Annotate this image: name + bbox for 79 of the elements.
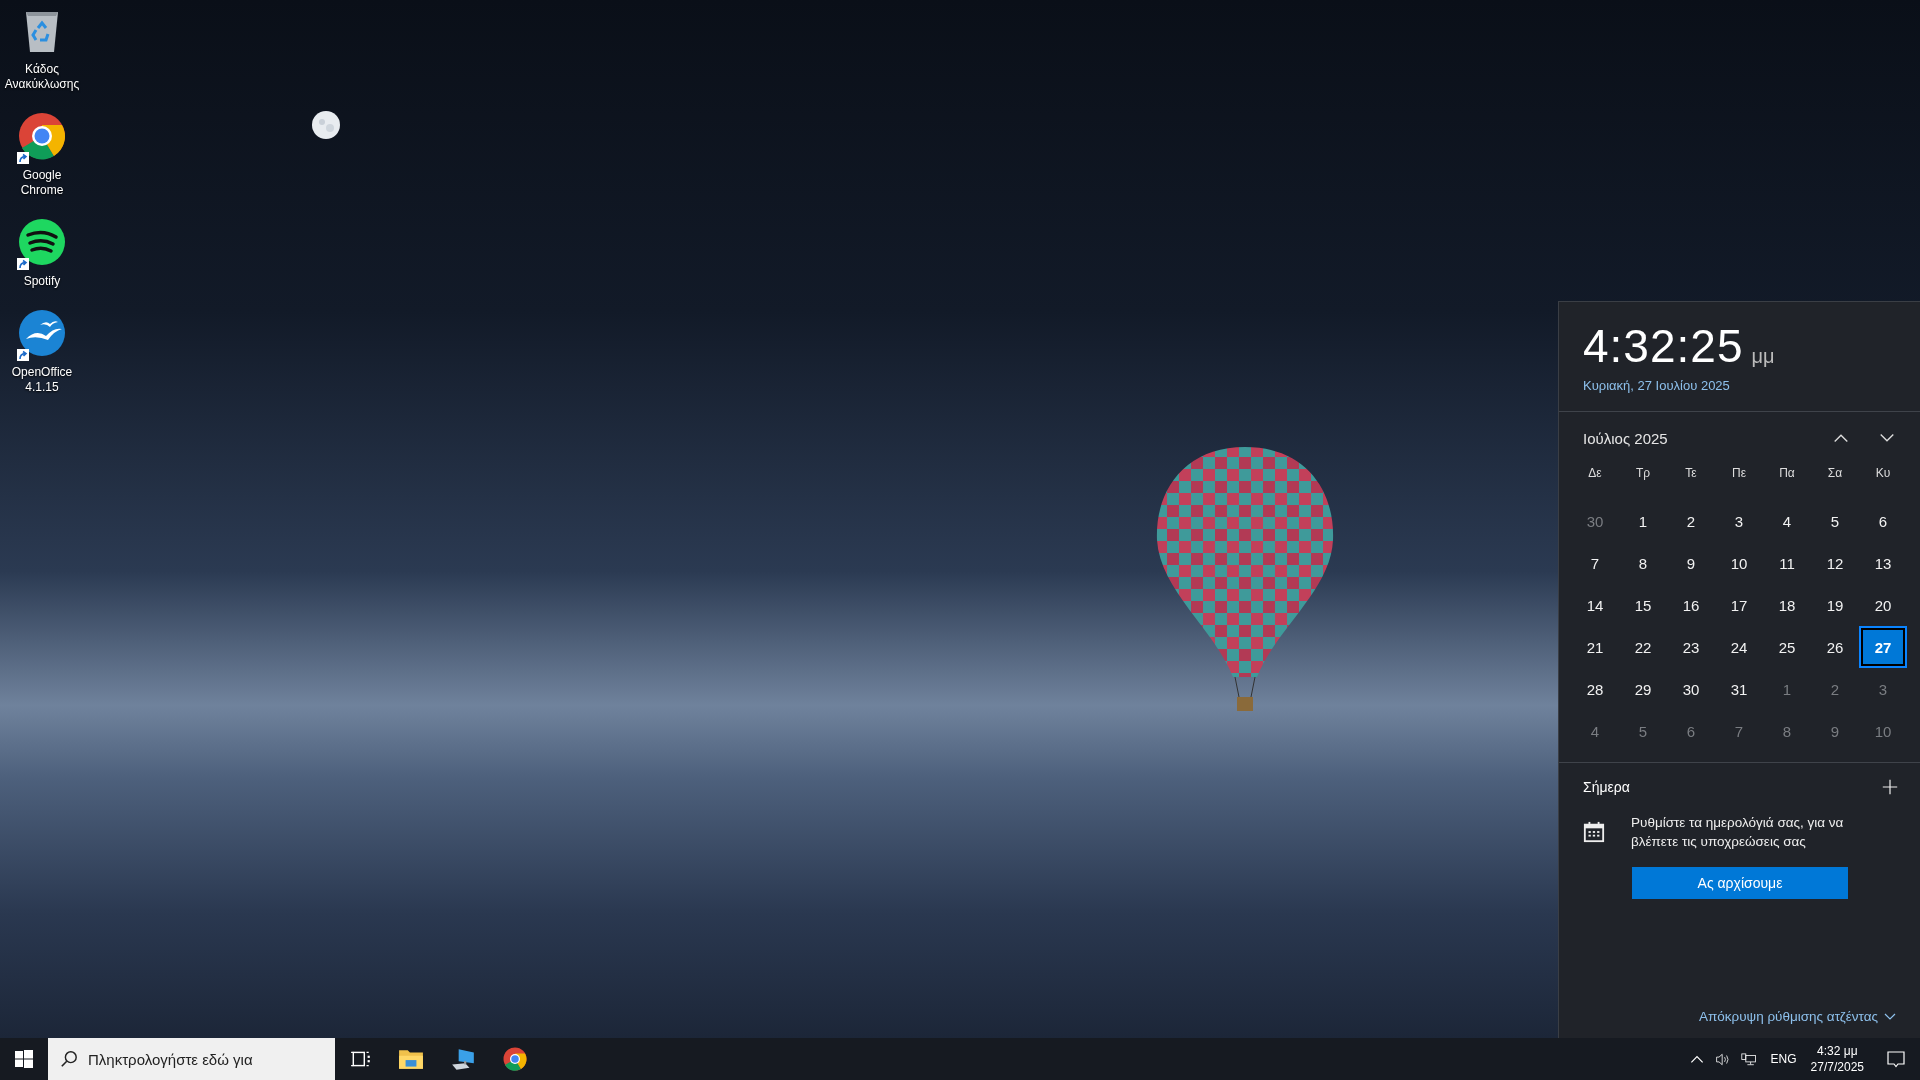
calendar-day[interactable]: 2 [1669,502,1713,540]
calendar-day[interactable]: 30 [1669,670,1713,708]
calendar-day[interactable]: 7 [1717,712,1761,750]
get-started-button[interactable]: Ας αρχίσουμε [1632,867,1848,899]
calendar-day[interactable]: 19 [1813,586,1857,624]
calendar-day[interactable]: 31 [1717,670,1761,708]
calendar-day[interactable]: 30 [1573,502,1617,540]
calendar-day[interactable]: 22 [1621,628,1665,666]
weekday-label: Τρ [1634,465,1652,482]
calendar-day[interactable]: 1 [1765,670,1809,708]
chevron-down-icon[interactable] [1884,1012,1896,1021]
taskbar-clock[interactable]: 4:32 μμ 27/7/2025 [1810,1043,1864,1075]
calendar-day[interactable]: 24 [1717,628,1761,666]
weekday-label: Σα [1826,465,1844,482]
calendar-day[interactable]: 27 [1861,628,1905,666]
calendar-day[interactable]: 3 [1861,670,1905,708]
calendar-day[interactable]: 13 [1861,544,1905,582]
calendar-day[interactable]: 11 [1765,544,1809,582]
weekday-label: Κυ [1874,465,1892,482]
calendar-day[interactable]: 12 [1813,544,1857,582]
hide-agenda-link[interactable]: Απόκρυψη ρύθμισης ατζέντας [1698,1009,1878,1024]
calendar-day[interactable]: 29 [1621,670,1665,708]
calendar-day[interactable]: 10 [1717,544,1761,582]
desktop-icon-label[interactable]: OpenOffice 4.1.15 [0,365,84,395]
desktop-icon-label[interactable]: Google Chrome [0,168,84,198]
calendar-day[interactable]: 17 [1717,586,1761,624]
chrome-icon[interactable] [502,1047,528,1071]
calendar-icon [1583,821,1605,843]
calendar-day[interactable]: 9 [1669,544,1713,582]
calendar-day[interactable]: 9 [1813,712,1857,750]
calendar-day[interactable]: 18 [1765,586,1809,624]
calendar-day[interactable]: 7 [1573,544,1617,582]
weekday-label: Πα [1778,465,1796,482]
desktop-icon-label[interactable]: Spotify [0,274,84,289]
spotify-icon[interactable] [18,218,66,266]
agenda-title: Σήμερα [1583,779,1630,795]
chrome-icon[interactable] [18,112,66,160]
speaker-icon[interactable] [1714,1051,1731,1067]
weekday-label: Δε [1587,465,1603,482]
calendar-day[interactable]: 4 [1765,502,1809,540]
calendar-day[interactable]: 10 [1861,712,1905,750]
calendar-day[interactable]: 15 [1621,586,1665,624]
calendar-day[interactable]: 25 [1765,628,1809,666]
weekday-label: Τε [1684,465,1698,482]
calendar-day[interactable]: 1 [1621,502,1665,540]
desktop-icon-label[interactable]: Κάδος Ανακύκλωσης [0,62,84,92]
search-icon [60,1050,78,1068]
openoffice-icon[interactable] [18,309,66,357]
calendar-day[interactable]: 5 [1621,712,1665,750]
calendar-day[interactable]: 28 [1573,670,1617,708]
weekday-label: Πε [1731,465,1747,482]
calendar-day[interactable]: 4 [1573,712,1617,750]
calendar-day[interactable]: 21 [1573,628,1617,666]
moon-drawing [311,110,341,140]
calendar-day[interactable]: 16 [1669,586,1713,624]
calendar-day[interactable]: 2 [1813,670,1857,708]
month-title[interactable]: Ιούλιος 2025 [1583,429,1804,447]
notifications-icon[interactable] [1886,1049,1906,1069]
calendar-day[interactable]: 14 [1573,586,1617,624]
calendar-day[interactable]: 3 [1717,502,1761,540]
calendar-day[interactable]: 6 [1861,502,1905,540]
date-link[interactable]: Κυριακή, 27 Ιουλίου 2025 [1583,378,1896,393]
language-indicator[interactable]: ENG [1770,1052,1797,1066]
calendar-day[interactable]: 23 [1669,628,1713,666]
clock-time: 4:32:25 [1583,320,1744,372]
clock-period: μμ [1751,345,1775,369]
folder-icon[interactable] [398,1047,424,1071]
calendar-day[interactable]: 26 [1813,628,1857,666]
calendar-day[interactable]: 8 [1765,712,1809,750]
windows-start-icon[interactable] [14,1049,34,1069]
calendar-day[interactable]: 8 [1621,544,1665,582]
calendar-day[interactable]: 20 [1861,586,1905,624]
network-pc-icon[interactable] [1740,1051,1757,1067]
agenda-message: Ρυθμίστε τα ημερολόγιά σας, για να βλέπετε τις υποχρεώσεις σας [1631,814,1845,851]
add-icon[interactable] [1882,779,1898,795]
calendar-day[interactable]: 6 [1669,712,1713,750]
computer-icon[interactable] [450,1047,476,1071]
calendar-day[interactable]: 5 [1813,502,1857,540]
search-field[interactable]: Πληκτρολογήστε εδώ για [48,1038,335,1080]
